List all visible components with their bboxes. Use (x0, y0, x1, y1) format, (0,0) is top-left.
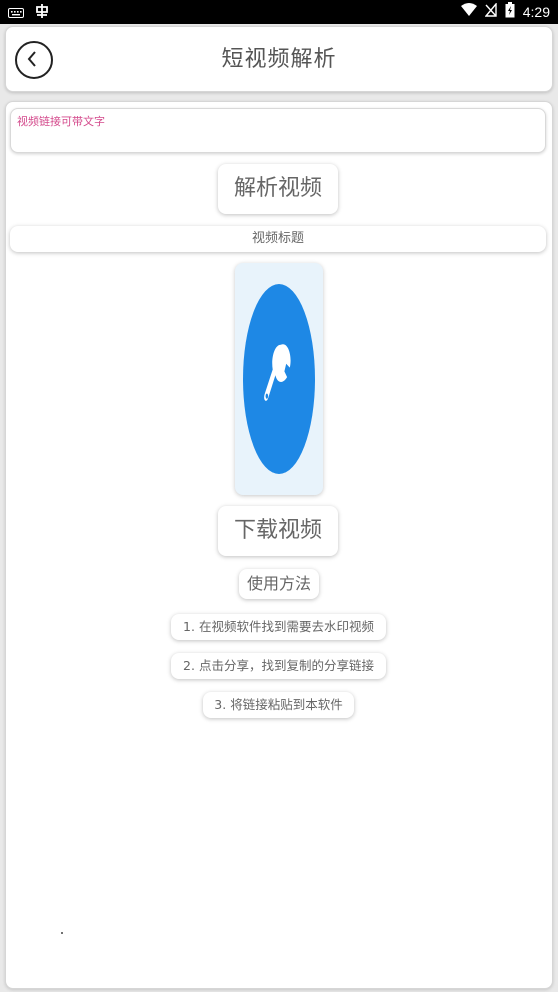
decorative-dot (61, 932, 63, 934)
usage-step: 1. 在视频软件找到需要去水印视频 (171, 614, 386, 640)
no-signal-icon (484, 2, 497, 21)
main-panel: 解析视频 视频标题 下载视频 使用方法 1. 在视频软件找到需要去水印视频 2.… (5, 101, 553, 989)
battery-icon (505, 2, 515, 22)
video-url-input[interactable] (10, 108, 546, 153)
parse-video-button[interactable]: 解析视频 (218, 164, 338, 214)
video-title-field: 视频标题 (10, 226, 546, 252)
page-title: 短视频解析 (221, 47, 337, 72)
usage-step: 2. 点击分享，找到复制的分享链接 (171, 653, 386, 679)
keyboard-icon (8, 4, 24, 23)
bug-icon (34, 3, 50, 23)
download-video-button[interactable]: 下载视频 (218, 506, 338, 556)
usage-label[interactable]: 使用方法 (239, 569, 319, 599)
usage-step: 3. 将链接粘贴到本软件 (203, 692, 354, 718)
video-thumbnail[interactable] (235, 263, 323, 495)
app-header: 短视频解析 (5, 26, 553, 92)
wifi-icon (460, 3, 477, 21)
clock: 4:29 (522, 4, 550, 20)
wrench-icon (243, 284, 315, 474)
status-bar: 4:29 (0, 0, 558, 24)
